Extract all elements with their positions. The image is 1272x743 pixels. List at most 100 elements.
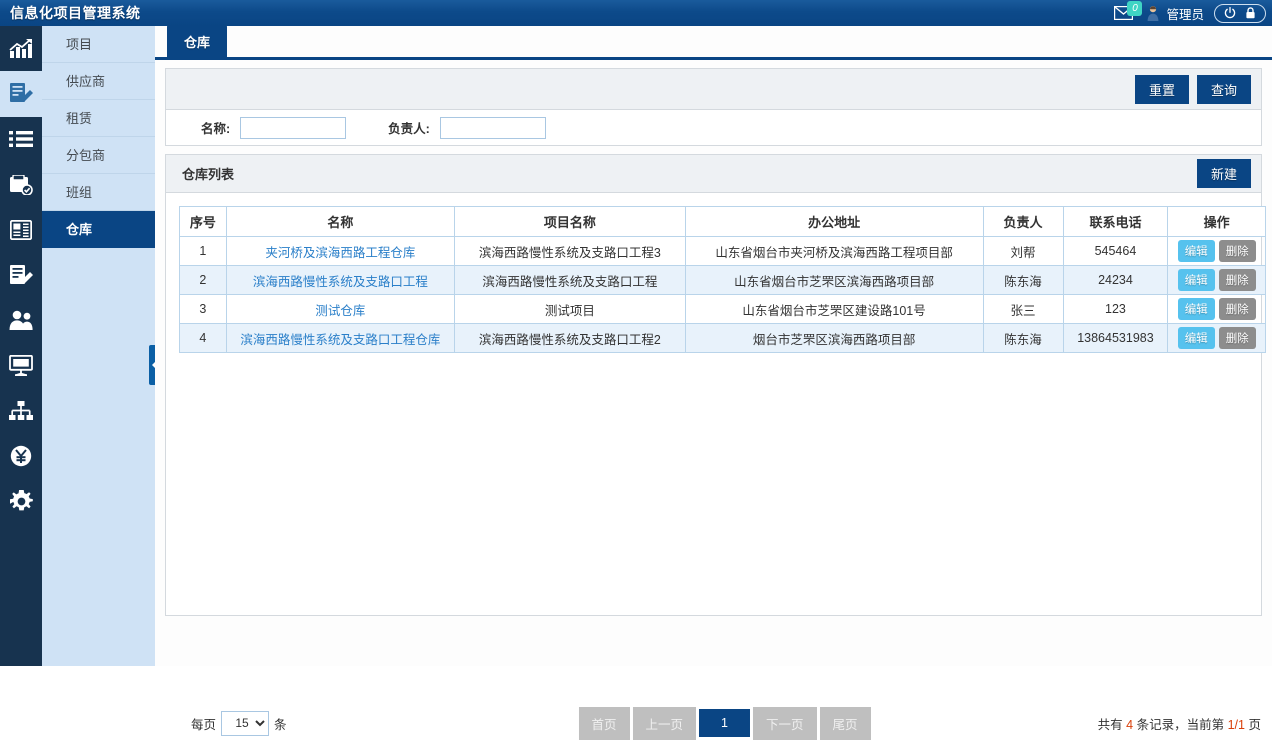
- cell-seq: 1: [179, 236, 227, 266]
- last-page-button[interactable]: 尾页: [819, 706, 871, 740]
- delete-button[interactable]: 删除: [1218, 269, 1256, 291]
- cell-name: 夹河桥及滨海西路工程仓库: [225, 236, 456, 266]
- mail-badge-count: 0: [1127, 1, 1143, 16]
- warehouse-list-panel: 仓库列表 新建 序号 名称 项目名称 办公地址 负责人 联系电话 操作 1 夹河…: [165, 154, 1266, 740]
- filter-panel: 重置 查询 名称: 负责人:: [165, 68, 1262, 146]
- cell-actions: 编辑 删除: [1167, 294, 1266, 324]
- delete-button[interactable]: 删除: [1218, 327, 1256, 349]
- rail-item-chart-trend[interactable]: [0, 26, 42, 71]
- yen-currency-icon: [10, 446, 32, 467]
- delete-button[interactable]: 删除: [1218, 240, 1256, 262]
- rail-item-newspaper[interactable]: [0, 207, 42, 252]
- page-size-select[interactable]: 153050100: [221, 710, 270, 736]
- cell-project: 测试项目: [454, 294, 686, 324]
- folder-check-icon: [10, 174, 33, 195]
- prev-page-button[interactable]: 上一页: [632, 706, 697, 740]
- sidebar-item-0[interactable]: 项目: [42, 26, 155, 63]
- sitemap-icon: [9, 401, 33, 421]
- sidebar-item-4[interactable]: 班组: [42, 174, 155, 211]
- rail-item-sitemap[interactable]: [0, 388, 42, 433]
- list-header: 仓库列表 新建: [166, 155, 1261, 193]
- pagination-status: 共有 4 条记录，当前第 1/1 页: [1098, 714, 1261, 733]
- status-mid: 条记录，当前第: [1136, 717, 1225, 732]
- contract-edit-icon: [10, 264, 33, 284]
- table-row: 4 滨海西路慢性系统及支路口工程仓库 滨海西路慢性系统及支路口工程2 烟台市芝罘区滨海…: [179, 323, 1266, 353]
- cell-project: 滨海西路慢性系统及支路口工程2: [454, 323, 686, 353]
- table-body: 1 夹河桥及滨海西路工程仓库 滨海西路慢性系统及支路口工程3 山东省烟台市夹河桥及滨海…: [179, 236, 1266, 353]
- cell-project: 滨海西路慢性系统及支路口工程: [454, 265, 686, 295]
- power-icon[interactable]: [1224, 7, 1236, 19]
- col-name: 名称: [225, 206, 456, 237]
- list-icon: [9, 131, 33, 148]
- col-phone: 联系电话: [1062, 206, 1169, 237]
- per-page-suffix-label: 条: [274, 717, 287, 732]
- name-field-label: 名称:: [201, 122, 231, 136]
- warehouse-name-link[interactable]: 夹河桥及滨海西路工程仓库: [265, 246, 415, 260]
- owner-field-label: 负责人:: [388, 122, 430, 136]
- col-actions: 操作: [1167, 206, 1266, 237]
- page-position: 1/1: [1227, 717, 1245, 732]
- pagination-bar: 每页 153050100 条 首页 上一页 1 下一页 尾页 共有 4 条记录，…: [176, 703, 1272, 743]
- top-header-bar: 信息化项目管理系统 0 管理员: [0, 0, 1272, 26]
- cell-address: 山东省烟台市芝罘区建设路101号: [684, 294, 984, 324]
- cell-actions: 编辑 删除: [1167, 323, 1266, 353]
- next-page-button[interactable]: 下一页: [752, 706, 817, 740]
- edit-button[interactable]: 编辑: [1177, 298, 1215, 320]
- rail-item-contract-edit[interactable]: [0, 252, 42, 297]
- cell-seq: 3: [179, 294, 227, 324]
- lock-icon[interactable]: [1245, 7, 1256, 19]
- col-seq: 序号: [179, 206, 227, 237]
- main-content: 仓库 重置 查询 名称: 负责人: 仓库列表 新建 序号 名称 项目名称 办公地…: [155, 25, 1272, 740]
- rail-item-document-edit[interactable]: [0, 71, 42, 117]
- tab-warehouse[interactable]: 仓库: [167, 25, 228, 57]
- rail-item-list[interactable]: [0, 117, 42, 162]
- sidebar-item-3[interactable]: 分包商: [42, 137, 155, 174]
- rail-item-folder-check[interactable]: [0, 162, 42, 207]
- rail-item-users[interactable]: [0, 298, 42, 343]
- cell-name: 滨海西路慢性系统及支路口工程: [225, 265, 456, 295]
- delete-button[interactable]: 删除: [1218, 298, 1256, 320]
- table-row: 1 夹河桥及滨海西路工程仓库 滨海西路慢性系统及支路口工程3 山东省烟台市夹河桥及滨海…: [179, 236, 1266, 266]
- rail-item-yen-currency[interactable]: [0, 434, 42, 479]
- name-input[interactable]: [240, 116, 347, 139]
- edit-button[interactable]: 编辑: [1177, 327, 1215, 349]
- table-header-row: 序号 名称 项目名称 办公地址 负责人 联系电话 操作: [179, 206, 1266, 237]
- new-button[interactable]: 新建: [1196, 159, 1251, 188]
- per-page-prefix-label: 每页: [191, 717, 217, 732]
- page-number-button-1[interactable]: 1: [699, 709, 750, 737]
- warehouse-name-link[interactable]: 滨海西路慢性系统及支路口工程仓库: [240, 333, 440, 347]
- page-size-group: 每页 153050100 条: [191, 710, 287, 736]
- query-button[interactable]: 查询: [1196, 74, 1251, 104]
- rail-item-presentation-board[interactable]: [0, 343, 42, 388]
- owner-input[interactable]: [439, 116, 546, 139]
- chart-trend-icon: [9, 38, 32, 58]
- sidebar-menu: 项目 供应商 租赁 分包商 班组 仓库: [42, 26, 155, 666]
- gear-icon: [9, 490, 33, 511]
- mail-notification[interactable]: 0: [1114, 1, 1143, 23]
- edit-button[interactable]: 编辑: [1177, 269, 1215, 291]
- cell-actions: 编辑 删除: [1167, 236, 1266, 266]
- app-title: 信息化项目管理系统: [10, 5, 141, 21]
- warehouse-name-link[interactable]: 滨海西路慢性系统及支路口工程: [253, 275, 428, 289]
- tab-strip: 仓库: [155, 25, 1272, 60]
- document-edit-icon: [10, 83, 33, 103]
- reset-button[interactable]: 重置: [1134, 74, 1189, 104]
- cell-seq: 4: [179, 323, 227, 353]
- table-row: 2 滨海西路慢性系统及支路口工程 滨海西路慢性系统及支路口工程 山东省烟台市芝罘区滨海…: [179, 265, 1266, 295]
- sidebar-item-5[interactable]: 仓库: [42, 211, 155, 248]
- cell-owner: 陈东海: [982, 265, 1064, 295]
- filter-fields: 名称: 负责人:: [166, 110, 1261, 145]
- cell-actions: 编辑 删除: [1167, 265, 1266, 295]
- cell-name: 滨海西路慢性系统及支路口工程仓库: [225, 323, 456, 353]
- warehouse-name-link[interactable]: 测试仓库: [315, 304, 365, 318]
- cell-address: 烟台市芝罘区滨海西路项目部: [684, 323, 984, 353]
- list-title: 仓库列表: [182, 167, 235, 182]
- cell-owner: 张三: [982, 294, 1064, 324]
- sidebar-item-2[interactable]: 租赁: [42, 100, 155, 137]
- edit-button[interactable]: 编辑: [1177, 240, 1215, 262]
- rail-item-gear[interactable]: [0, 479, 42, 524]
- sidebar-item-1[interactable]: 供应商: [42, 63, 155, 100]
- table-row: 3 测试仓库 测试项目 山东省烟台市芝罘区建设路101号 张三 123 编辑 删除: [179, 294, 1266, 324]
- status-suffix: 页: [1248, 717, 1261, 732]
- first-page-button[interactable]: 首页: [578, 706, 630, 740]
